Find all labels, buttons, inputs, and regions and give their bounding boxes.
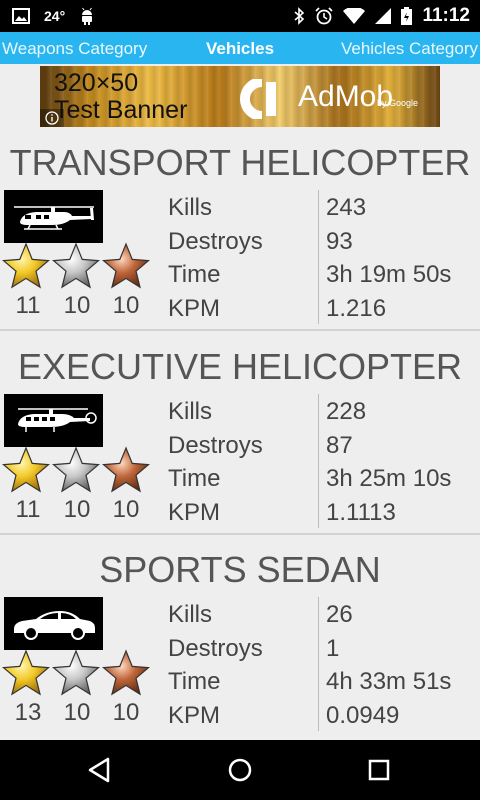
section-divider (0, 329, 480, 331)
stat-value-kpm: 1.1113 (326, 499, 396, 526)
vehicle-image (4, 394, 103, 447)
vehicle-card[interactable]: EXECUTIVE HELICOPTER 11 10 10 Kills 228 … (0, 344, 480, 534)
stat-label-time: Time (168, 465, 221, 492)
column-divider (318, 394, 319, 528)
stat-label-kills: Kills (168, 194, 213, 221)
alarm-icon (315, 7, 334, 25)
banner-text: 320×50 Test Banner (54, 70, 187, 124)
medal-group: 11 10 10 (2, 242, 152, 324)
stat-value-destroys: 1 (326, 635, 340, 662)
stat-value-time: 3h 19m 50s (326, 261, 452, 288)
gold-medal-count: 11 (15, 292, 41, 319)
stat-value-kills: 26 (326, 601, 353, 628)
gold-medal-count: 13 (14, 699, 42, 726)
bronze-medal-count: 10 (112, 496, 140, 523)
column-divider (318, 190, 319, 324)
android-icon (82, 7, 93, 25)
bronze-star-icon (102, 446, 150, 494)
vehicle-name: SPORTS SEDAN (99, 549, 381, 590)
temperature-text: 24° (44, 8, 66, 24)
stat-value-kpm: 0.0949 (326, 702, 400, 729)
stat-label-destroys: Destroys (168, 635, 263, 662)
stat-value-kills: 243 (326, 194, 367, 221)
gold-star-icon (2, 446, 50, 494)
silver-star-icon (52, 242, 100, 290)
admob-brand: AdMob (298, 80, 394, 113)
category-tab-bar: Vehicles Weapons Category Vehicles Categ… (0, 32, 480, 64)
stat-value-kpm: 1.216 (326, 295, 387, 322)
silver-medal-count: 10 (63, 496, 91, 523)
vehicle-image (4, 190, 103, 243)
stat-value-kills: 228 (326, 398, 367, 425)
bronze-star-icon (102, 242, 150, 290)
gold-medal-count: 11 (15, 496, 41, 523)
vehicle-card[interactable]: TRANSPORT HELICOPTER 11 10 10 Kills 243 … (0, 140, 480, 330)
bluetooth-icon (294, 7, 305, 25)
wifi-icon (343, 8, 366, 24)
bronze-star-icon (102, 649, 150, 697)
tab-vehicles-category[interactable]: Vehicles Category (341, 32, 478, 64)
silver-star-icon (52, 649, 100, 697)
admob-logo-icon (240, 79, 276, 119)
stat-label-kpm: KPM (168, 702, 221, 729)
signal-icon (375, 8, 392, 24)
stat-value-time: 4h 33m 51s (326, 668, 452, 695)
stat-label-kpm: KPM (168, 295, 221, 322)
vehicle-image (4, 597, 103, 650)
stat-label-destroys: Destroys (168, 432, 263, 459)
vehicle-name: EXECUTIVE HELICOPTER (17, 346, 463, 387)
stat-label-destroys: Destroys (168, 228, 263, 255)
stat-value-destroys: 87 (326, 432, 353, 459)
column-divider (318, 597, 319, 731)
stat-label-kpm: KPM (168, 499, 221, 526)
bronze-medal-count: 10 (112, 699, 140, 726)
stat-label-kills: Kills (168, 601, 213, 628)
silver-medal-count: 10 (63, 292, 91, 319)
recents-icon[interactable] (361, 754, 397, 786)
stat-label-kills: Kills (168, 398, 213, 425)
stat-label-time: Time (168, 668, 221, 695)
section-divider (0, 533, 480, 535)
back-icon[interactable] (82, 754, 118, 786)
navigation-bar (0, 740, 480, 800)
bronze-medal-count: 10 (112, 292, 140, 319)
status-bar: 24° 11:12 (0, 0, 480, 32)
sports-sedan-icon (14, 611, 95, 640)
vehicle-name: TRANSPORT HELICOPTER (9, 142, 471, 183)
stat-label-time: Time (168, 261, 221, 288)
banner-label-text: Test Banner (54, 96, 188, 124)
gold-star-icon (2, 242, 50, 290)
banner-size-text: 320×50 (54, 69, 139, 97)
image-icon (12, 8, 30, 24)
silver-medal-count: 10 (63, 699, 91, 726)
admob-brand-sub: by Google (377, 98, 419, 108)
executive-helicopter-icon (18, 408, 97, 432)
battery-icon (401, 7, 413, 25)
stat-value-destroys: 93 (326, 228, 353, 255)
tab-weapons-category[interactable]: Weapons Category (2, 32, 147, 64)
transport-helicopter-icon (14, 206, 94, 230)
medal-group: 13 10 10 (2, 649, 152, 731)
info-icon[interactable] (40, 109, 64, 127)
ad-banner[interactable]: 320×50 Test Banner AdMob by Google (40, 66, 440, 127)
silver-star-icon (52, 446, 100, 494)
gold-star-icon (2, 649, 50, 697)
vehicle-card[interactable]: SPORTS SEDAN 13 10 10 Kills 26 Destroys … (0, 547, 480, 737)
clock-text: 11:12 (422, 5, 470, 26)
medal-group: 11 10 10 (2, 446, 152, 528)
stat-value-time: 3h 25m 10s (326, 465, 452, 492)
home-icon[interactable] (222, 754, 258, 786)
